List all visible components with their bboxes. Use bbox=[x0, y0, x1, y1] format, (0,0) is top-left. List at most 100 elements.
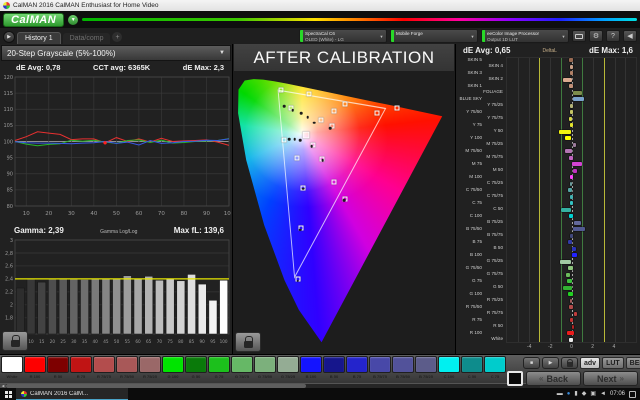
phone-icon[interactable]: ▮ bbox=[574, 391, 577, 397]
tab-data-comp[interactable]: Data/comp bbox=[63, 33, 111, 44]
pattern-swatch[interactable]: R 50 bbox=[47, 356, 69, 379]
patch-label: SKIN 3 bbox=[458, 71, 506, 76]
cie-measured-dot bbox=[299, 139, 302, 142]
pattern-swatch[interactable]: C 50 bbox=[461, 356, 483, 379]
taskbar-app-calman[interactable]: CalMAN 2016 CalM... bbox=[16, 388, 128, 400]
patch-label: Y 75/50 bbox=[458, 110, 506, 115]
svg-text:25: 25 bbox=[60, 339, 66, 344]
windows-logo-icon bbox=[5, 391, 12, 398]
lut-button[interactable]: LUT bbox=[602, 357, 624, 369]
settings-button[interactable]: ⚙ bbox=[589, 30, 603, 42]
chevron-down-icon: ▼ bbox=[219, 50, 225, 56]
pattern-swatch[interactable]: B 100 bbox=[300, 356, 322, 379]
app-icon bbox=[21, 391, 27, 397]
meter-colorimeter[interactable]: SpectraCal C6 OLED (White) - LG ▼ bbox=[299, 29, 387, 43]
scrollbar-thumb[interactable] bbox=[6, 384, 306, 388]
pattern-swatch[interactable]: G 50 bbox=[185, 356, 207, 379]
logo-menu-button[interactable]: ▼ bbox=[68, 15, 78, 25]
play-button[interactable]: ▶ bbox=[542, 357, 559, 369]
swatch-label: R 75/75 bbox=[93, 374, 115, 379]
start-button[interactable] bbox=[0, 388, 16, 400]
delta-marker bbox=[570, 123, 573, 127]
swatch-color bbox=[461, 356, 483, 373]
pattern-swatch[interactable]: B 75/25 bbox=[415, 356, 437, 379]
pattern-swatch[interactable]: G 100 bbox=[162, 356, 184, 379]
delta-marker bbox=[573, 169, 577, 173]
svg-text:55: 55 bbox=[125, 339, 131, 344]
pattern-swatch[interactable]: G 75/25 bbox=[277, 356, 299, 379]
chevron-down-icon[interactable]: ▼ bbox=[559, 30, 568, 42]
pattern-swatch[interactable]: B 75/50 bbox=[392, 356, 414, 379]
svg-text:40: 40 bbox=[93, 339, 99, 344]
swatch-label: B 50 bbox=[323, 374, 345, 379]
delta-marker bbox=[570, 234, 573, 238]
pattern-swatch[interactable]: C 100 bbox=[438, 356, 460, 379]
pattern-swatch[interactable]: G 75/75 bbox=[231, 356, 253, 379]
patch-label: C 50 bbox=[458, 207, 506, 212]
svg-text:30: 30 bbox=[68, 211, 75, 217]
notification-icon[interactable] bbox=[629, 391, 636, 398]
pattern-swatch[interactable]: B 75/75 bbox=[369, 356, 391, 379]
pattern-swatch[interactable]: G 75 bbox=[208, 356, 230, 379]
meter-processor[interactable]: eeColor Image Processor Output 1D LUT ▼ bbox=[481, 29, 569, 43]
delta-marker bbox=[572, 162, 582, 166]
bluetooth-icon[interactable]: ● bbox=[567, 391, 571, 397]
delta-marker bbox=[572, 253, 577, 257]
rgb-balance-chart: 8085909510010511011512010203040506070809… bbox=[2, 73, 231, 219]
lock-button[interactable] bbox=[561, 357, 578, 369]
svg-text:90: 90 bbox=[200, 339, 206, 344]
delta-marker bbox=[559, 130, 571, 134]
chevron-down-icon[interactable]: ▼ bbox=[377, 30, 386, 42]
pattern-swatch[interactable]: R 100 bbox=[24, 356, 46, 379]
svg-text:120: 120 bbox=[3, 75, 13, 81]
lock-icon bbox=[567, 362, 573, 367]
lock-layout-button-left[interactable] bbox=[2, 331, 28, 351]
meter-device-name: Mobile Forge bbox=[396, 31, 466, 37]
pattern-strip: WhiteR 100R 50R 75R 75/75R 75/50R 75/25G… bbox=[0, 354, 640, 388]
chevron-down-icon[interactable]: ▼ bbox=[468, 30, 477, 42]
patch-label: Y 75/25 bbox=[458, 103, 506, 108]
tray-app-icon[interactable]: ▬ bbox=[557, 391, 563, 397]
display-settings-button[interactable] bbox=[572, 30, 586, 42]
back-button[interactable]: « Back bbox=[526, 371, 581, 386]
svg-text:2: 2 bbox=[10, 303, 13, 309]
adv-button[interactable]: adv bbox=[580, 357, 600, 369]
pattern-swatch[interactable]: C 75 bbox=[484, 356, 506, 379]
preset-dropdown[interactable]: 20-Step Grayscale (5%-100%) ▼ bbox=[1, 45, 231, 61]
app-bar: CalMAN ▼ bbox=[0, 11, 640, 28]
collapse-button[interactable]: ◀ bbox=[623, 30, 637, 42]
display-tray-icon[interactable]: ▣ bbox=[590, 391, 596, 397]
delta-marker bbox=[573, 91, 582, 95]
pattern-swatch[interactable]: R 75/25 bbox=[139, 356, 161, 379]
swatch-color bbox=[484, 356, 506, 373]
pattern-window-button[interactable] bbox=[507, 371, 523, 386]
calman-logo[interactable]: CalMAN bbox=[3, 13, 64, 27]
pattern-swatch[interactable]: R 75/50 bbox=[116, 356, 138, 379]
help-button[interactable]: ? bbox=[606, 30, 620, 42]
svg-text:100: 100 bbox=[220, 339, 228, 344]
volume-icon[interactable]: ◄ bbox=[600, 391, 606, 397]
delta-marker bbox=[569, 58, 573, 62]
add-tab-button[interactable]: + bbox=[112, 32, 122, 42]
svg-text:110: 110 bbox=[3, 107, 13, 113]
bef-button[interactable]: BEF bbox=[626, 357, 640, 369]
patch-label: White bbox=[458, 337, 506, 342]
swatch-scrollbar[interactable]: ◀ bbox=[0, 383, 540, 388]
svg-text:30: 30 bbox=[71, 339, 77, 344]
pattern-swatch[interactable]: B 75 bbox=[346, 356, 368, 379]
security-icon[interactable]: ◆ bbox=[582, 391, 587, 397]
meter-source[interactable]: Mobile Forge ▼ bbox=[390, 29, 478, 43]
pattern-swatch[interactable]: G 75/50 bbox=[254, 356, 276, 379]
clock[interactable]: 07:06 bbox=[610, 391, 625, 397]
swatch-color bbox=[208, 356, 230, 373]
pattern-swatch[interactable]: B 50 bbox=[323, 356, 345, 379]
session-options-button[interactable]: ▶ bbox=[3, 31, 15, 43]
pattern-swatch[interactable]: R 75/75 bbox=[93, 356, 115, 379]
tab-history-1[interactable]: History 1 bbox=[17, 32, 61, 44]
pattern-swatch[interactable]: White bbox=[1, 356, 23, 379]
stop-button[interactable]: ■ bbox=[523, 357, 540, 369]
pattern-swatch[interactable]: R 75 bbox=[70, 356, 92, 379]
next-button[interactable]: Next » bbox=[583, 371, 638, 386]
tab-bar: ▶ History 1 Data/comp + SpectraCal C6 OL… bbox=[0, 28, 640, 44]
lock-layout-button-center[interactable] bbox=[235, 332, 261, 352]
